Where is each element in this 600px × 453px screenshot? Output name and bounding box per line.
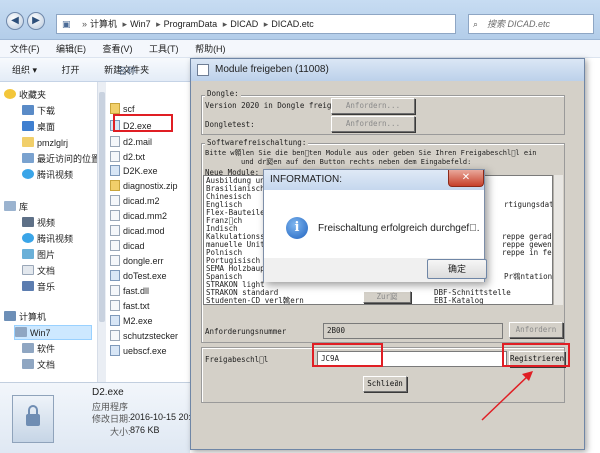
ok-button[interactable]: 确定: [427, 259, 487, 279]
information-message: Freischaltung erfolgreich durchgef𨲴.: [318, 223, 480, 234]
close-icon[interactable]: ✕: [448, 170, 484, 187]
information-popup: INFORMATION: ✕ i Freischaltung erfolgrei…: [263, 169, 487, 282]
info-icon: i: [286, 217, 308, 239]
